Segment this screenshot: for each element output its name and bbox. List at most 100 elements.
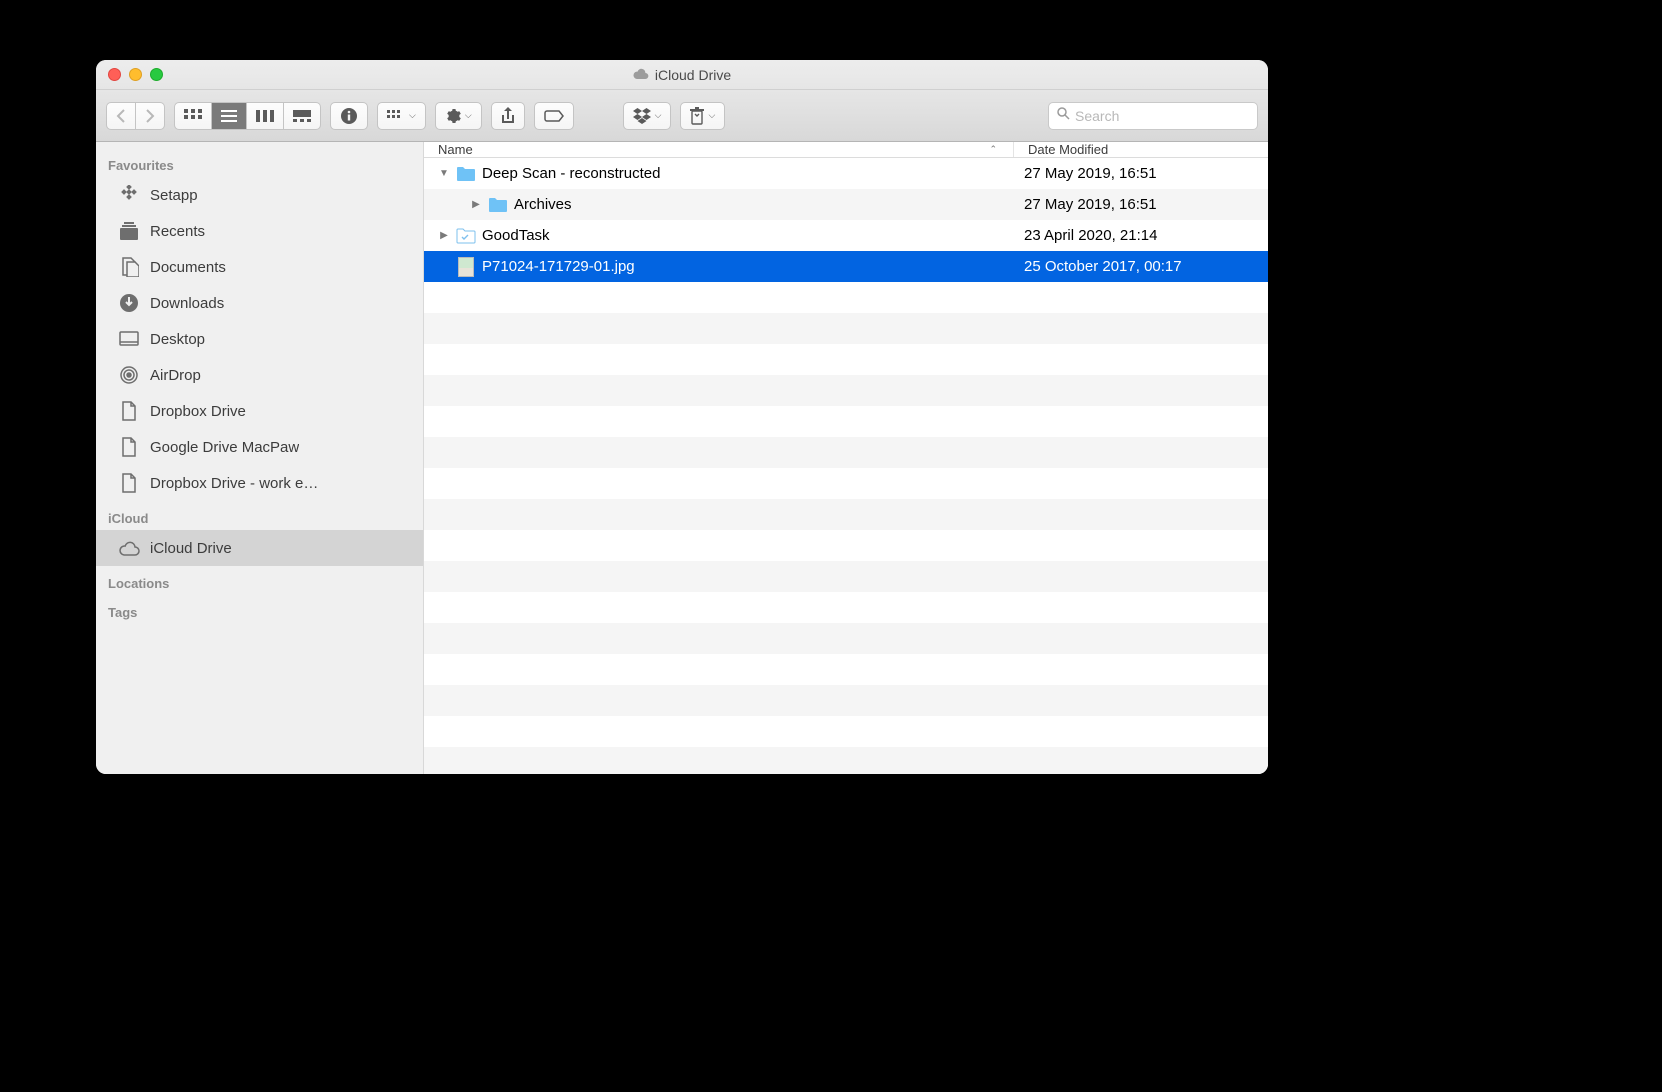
search-input[interactable]	[1075, 108, 1256, 124]
file-date: 25 October 2017, 00:17	[1014, 258, 1268, 275]
sidebar-item-desktop[interactable]: Desktop	[96, 321, 423, 357]
back-button[interactable]	[106, 102, 136, 130]
disclosure-triangle-icon[interactable]: ▼	[438, 168, 450, 179]
close-button[interactable]	[108, 68, 121, 81]
cloud-icon	[118, 537, 140, 559]
forward-button[interactable]	[136, 102, 165, 130]
file-icon	[118, 400, 140, 422]
file-row[interactable]: ▶ Archives 27 May 2019, 16:51	[424, 189, 1268, 220]
column-view-button[interactable]	[247, 102, 284, 130]
sidebar-item-recents[interactable]: Recents	[96, 213, 423, 249]
sidebar-item-label: Desktop	[150, 331, 205, 348]
sidebar-item-downloads[interactable]: Downloads	[96, 285, 423, 321]
column-header-label: Name	[438, 142, 473, 157]
sidebar-item-google-drive[interactable]: Google Drive MacPaw	[96, 429, 423, 465]
file-date: 27 May 2019, 16:51	[1014, 165, 1268, 182]
recents-icon	[118, 220, 140, 242]
sidebar-item-setapp[interactable]: Setapp	[96, 177, 423, 213]
sidebar-section-favourites: Favourites	[96, 148, 423, 177]
file-list: ▼ Deep Scan - reconstructed 27 May 2019,…	[424, 158, 1268, 774]
file-name: GoodTask	[482, 227, 550, 244]
empty-row	[424, 561, 1268, 592]
setapp-icon	[118, 184, 140, 206]
empty-row	[424, 623, 1268, 654]
file-row[interactable]: P71024-171729-01.jpg 25 October 2017, 00…	[424, 251, 1268, 282]
file-name: Deep Scan - reconstructed	[482, 165, 660, 182]
empty-row	[424, 685, 1268, 716]
folder-icon	[456, 164, 476, 184]
airdrop-icon	[118, 364, 140, 386]
icon-view-button[interactable]	[174, 102, 212, 130]
file-name: Archives	[514, 196, 572, 213]
sort-ascending-icon: ⌃	[989, 144, 997, 155]
group-button[interactable]: ⌵	[377, 102, 426, 130]
date-column-header[interactable]: Date Modified	[1014, 142, 1268, 157]
empty-row	[424, 406, 1268, 437]
finder-window: iCloud Drive ⌵ ⌵ ⌵ ⌵	[96, 60, 1268, 774]
file-icon	[118, 436, 140, 458]
desktop-icon	[118, 328, 140, 350]
sidebar-item-label: Dropbox Drive - work e…	[150, 475, 318, 492]
maximize-button[interactable]	[150, 68, 163, 81]
sidebar-item-dropbox-drive[interactable]: Dropbox Drive	[96, 393, 423, 429]
column-headers: Name ⌃ Date Modified	[424, 142, 1268, 158]
file-date: 27 May 2019, 16:51	[1014, 196, 1268, 213]
sidebar-item-dropbox-work[interactable]: Dropbox Drive - work e…	[96, 465, 423, 501]
tags-button[interactable]	[534, 102, 574, 130]
toolbar: ⌵ ⌵ ⌵ ⌵	[96, 90, 1268, 142]
disclosure-triangle-icon[interactable]: ▶	[438, 230, 450, 241]
documents-icon	[118, 256, 140, 278]
gallery-view-button[interactable]	[284, 102, 321, 130]
sidebar-section-icloud: iCloud	[96, 501, 423, 530]
empty-row	[424, 282, 1268, 313]
view-group	[174, 102, 321, 130]
file-icon	[118, 472, 140, 494]
cleanup-button[interactable]: ⌵	[680, 102, 725, 130]
window-body: Favourites Setapp Recents Documents Down…	[96, 142, 1268, 774]
image-icon	[456, 257, 476, 277]
sidebar-item-airdrop[interactable]: AirDrop	[96, 357, 423, 393]
share-button[interactable]	[491, 102, 525, 130]
empty-row	[424, 654, 1268, 685]
sidebar-item-icloud-drive[interactable]: iCloud Drive	[96, 530, 423, 566]
file-list-pane: Name ⌃ Date Modified ▼ Deep Scan - recon…	[424, 142, 1268, 774]
list-view-button[interactable]	[212, 102, 247, 130]
sidebar-item-label: Downloads	[150, 295, 224, 312]
empty-row	[424, 313, 1268, 344]
minimize-button[interactable]	[129, 68, 142, 81]
empty-row	[424, 747, 1268, 774]
info-button[interactable]	[330, 102, 368, 130]
sidebar-item-label: Setapp	[150, 187, 198, 204]
empty-row	[424, 437, 1268, 468]
disclosure-triangle-icon[interactable]: ▶	[470, 199, 482, 210]
file-row[interactable]: ▶ GoodTask 23 April 2020, 21:14	[424, 220, 1268, 251]
file-row[interactable]: ▼ Deep Scan - reconstructed 27 May 2019,…	[424, 158, 1268, 189]
empty-row	[424, 375, 1268, 406]
cloud-icon	[633, 67, 649, 83]
search-field[interactable]	[1048, 102, 1258, 130]
empty-row	[424, 499, 1268, 530]
action-button[interactable]: ⌵	[435, 102, 482, 130]
sidebar: Favourites Setapp Recents Documents Down…	[96, 142, 424, 774]
window-title: iCloud Drive	[633, 67, 731, 83]
titlebar: iCloud Drive	[96, 60, 1268, 90]
sidebar-item-label: iCloud Drive	[150, 540, 232, 557]
sidebar-item-label: Dropbox Drive	[150, 403, 246, 420]
empty-row	[424, 344, 1268, 375]
downloads-icon	[118, 292, 140, 314]
empty-row	[424, 530, 1268, 561]
sidebar-item-documents[interactable]: Documents	[96, 249, 423, 285]
sidebar-item-label: Google Drive MacPaw	[150, 439, 299, 456]
file-name: P71024-171729-01.jpg	[482, 258, 635, 275]
name-column-header[interactable]: Name ⌃	[424, 142, 1014, 157]
nav-group	[106, 102, 165, 130]
dropbox-button[interactable]: ⌵	[623, 102, 672, 130]
empty-row	[424, 716, 1268, 747]
chevron-down-icon: ⌵	[409, 110, 416, 121]
chevron-down-icon: ⌵	[708, 110, 715, 121]
window-title-text: iCloud Drive	[655, 67, 731, 83]
folder-icon	[456, 226, 476, 246]
empty-row	[424, 468, 1268, 499]
sidebar-item-label: AirDrop	[150, 367, 201, 384]
search-icon	[1057, 107, 1070, 125]
